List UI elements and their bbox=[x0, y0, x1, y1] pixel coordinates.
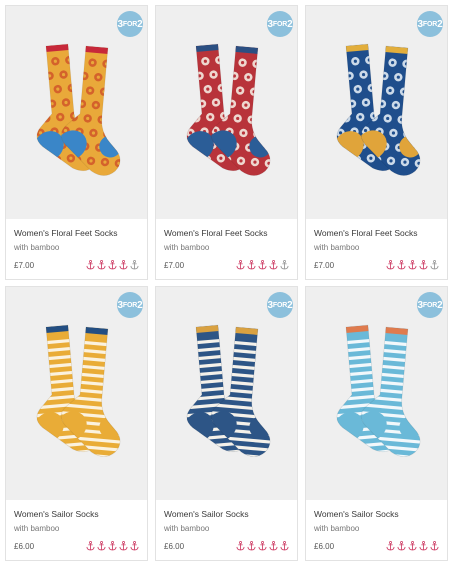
product-image[interactable]: 3 FOR 2 bbox=[156, 6, 297, 219]
product-price: £7.00 bbox=[314, 261, 335, 270]
sock-illustration bbox=[329, 323, 430, 458]
product-card-4[interactable]: 3 FOR 2 Women's Sailor Socks with bamboo £… bbox=[5, 286, 148, 561]
product-title[interactable]: Women's Floral Feet Socks bbox=[14, 228, 141, 239]
product-title[interactable]: Women's Floral Feet Socks bbox=[314, 228, 441, 239]
product-price: £6.00 bbox=[14, 542, 35, 551]
sock-illustration bbox=[29, 42, 130, 177]
anchor-icon bbox=[247, 260, 256, 270]
product-title[interactable]: Women's Floral Feet Socks bbox=[164, 228, 291, 239]
anchor-icon bbox=[397, 260, 406, 270]
product-image[interactable]: 3 FOR 2 bbox=[306, 287, 447, 500]
product-card-1[interactable]: 3 FOR 2 Women's Floral Feet Socks with bam… bbox=[5, 5, 148, 280]
anchor-icon bbox=[258, 541, 267, 551]
anchor-icon bbox=[408, 260, 417, 270]
product-subtitle: with bamboo bbox=[314, 524, 360, 533]
anchor-icon bbox=[269, 260, 278, 270]
product-subtitle: with bamboo bbox=[14, 524, 60, 533]
three-for-two-badge: 3 FOR 2 bbox=[267, 11, 293, 37]
anchor-icon bbox=[86, 260, 95, 270]
three-for-two-badge: 3 FOR 2 bbox=[117, 11, 143, 37]
rating bbox=[86, 260, 139, 270]
rating bbox=[386, 541, 439, 551]
product-subtitle: with bamboo bbox=[164, 524, 210, 533]
sock-illustration bbox=[179, 42, 280, 177]
anchor-icon bbox=[397, 541, 406, 551]
three-for-two-badge: 3 FOR 2 bbox=[267, 292, 293, 318]
anchor-icon bbox=[86, 541, 95, 551]
anchor-icon bbox=[419, 541, 428, 551]
product-info: Women's Sailor Socks with bamboo bbox=[14, 509, 141, 534]
product-title[interactable]: Women's Sailor Socks bbox=[314, 509, 441, 520]
anchor-icon bbox=[119, 260, 128, 270]
product-info: Women's Floral Feet Socks with bamboo bbox=[314, 228, 441, 253]
product-card-2[interactable]: 3 FOR 2 Women's Floral Feet Socks with bam… bbox=[155, 5, 298, 280]
product-subtitle: with bamboo bbox=[14, 243, 60, 252]
rating bbox=[86, 541, 139, 551]
product-card-6[interactable]: 3 FOR 2 Women's Sailor Socks with bamboo £… bbox=[305, 286, 448, 561]
anchor-icon bbox=[430, 541, 439, 551]
anchor-icon bbox=[247, 541, 256, 551]
rating bbox=[236, 260, 289, 270]
product-title[interactable]: Women's Sailor Socks bbox=[14, 509, 141, 520]
anchor-icon bbox=[258, 260, 267, 270]
product-image[interactable]: 3 FOR 2 bbox=[6, 6, 147, 219]
rating bbox=[386, 260, 439, 270]
anchor-icon bbox=[280, 260, 289, 270]
three-for-two-badge: 3 FOR 2 bbox=[417, 11, 443, 37]
product-subtitle: with bamboo bbox=[164, 243, 210, 252]
anchor-icon bbox=[119, 541, 128, 551]
rating bbox=[236, 541, 289, 551]
product-image[interactable]: 3 FOR 2 bbox=[156, 287, 297, 500]
product-info: Women's Sailor Socks with bamboo bbox=[314, 509, 441, 534]
product-image[interactable]: 3 FOR 2 bbox=[6, 287, 147, 500]
three-for-two-badge: 3 FOR 2 bbox=[117, 292, 143, 318]
anchor-icon bbox=[430, 260, 439, 270]
three-for-two-badge: 3 FOR 2 bbox=[417, 292, 443, 318]
anchor-icon bbox=[280, 541, 289, 551]
anchor-icon bbox=[97, 260, 106, 270]
sock-illustration bbox=[29, 323, 130, 458]
anchor-icon bbox=[269, 541, 278, 551]
product-price: £7.00 bbox=[14, 261, 35, 270]
anchor-icon bbox=[130, 260, 139, 270]
anchor-icon bbox=[419, 260, 428, 270]
product-info: Women's Floral Feet Socks with bamboo bbox=[164, 228, 291, 253]
product-card-3[interactable]: 3 FOR 2 Women's Floral Feet Socks with bam… bbox=[305, 5, 448, 280]
product-price: £6.00 bbox=[314, 542, 335, 551]
sock-illustration bbox=[329, 42, 430, 177]
product-info: Women's Floral Feet Socks with bamboo bbox=[14, 228, 141, 253]
product-price: £7.00 bbox=[164, 261, 185, 270]
anchor-icon bbox=[97, 541, 106, 551]
product-info: Women's Sailor Socks with bamboo bbox=[164, 509, 291, 534]
anchor-icon bbox=[386, 541, 395, 551]
sock-illustration bbox=[179, 323, 280, 458]
anchor-icon bbox=[108, 260, 117, 270]
product-subtitle: with bamboo bbox=[314, 243, 360, 252]
product-image[interactable]: 3 FOR 2 bbox=[306, 6, 447, 219]
anchor-icon bbox=[236, 260, 245, 270]
anchor-icon bbox=[108, 541, 117, 551]
anchor-icon bbox=[386, 260, 395, 270]
anchor-icon bbox=[130, 541, 139, 551]
anchor-icon bbox=[408, 541, 417, 551]
product-card-5[interactable]: 3 FOR 2 Women's Sailor Socks with bamboo £… bbox=[155, 286, 298, 561]
product-price: £6.00 bbox=[164, 542, 185, 551]
product-title[interactable]: Women's Sailor Socks bbox=[164, 509, 291, 520]
anchor-icon bbox=[236, 541, 245, 551]
